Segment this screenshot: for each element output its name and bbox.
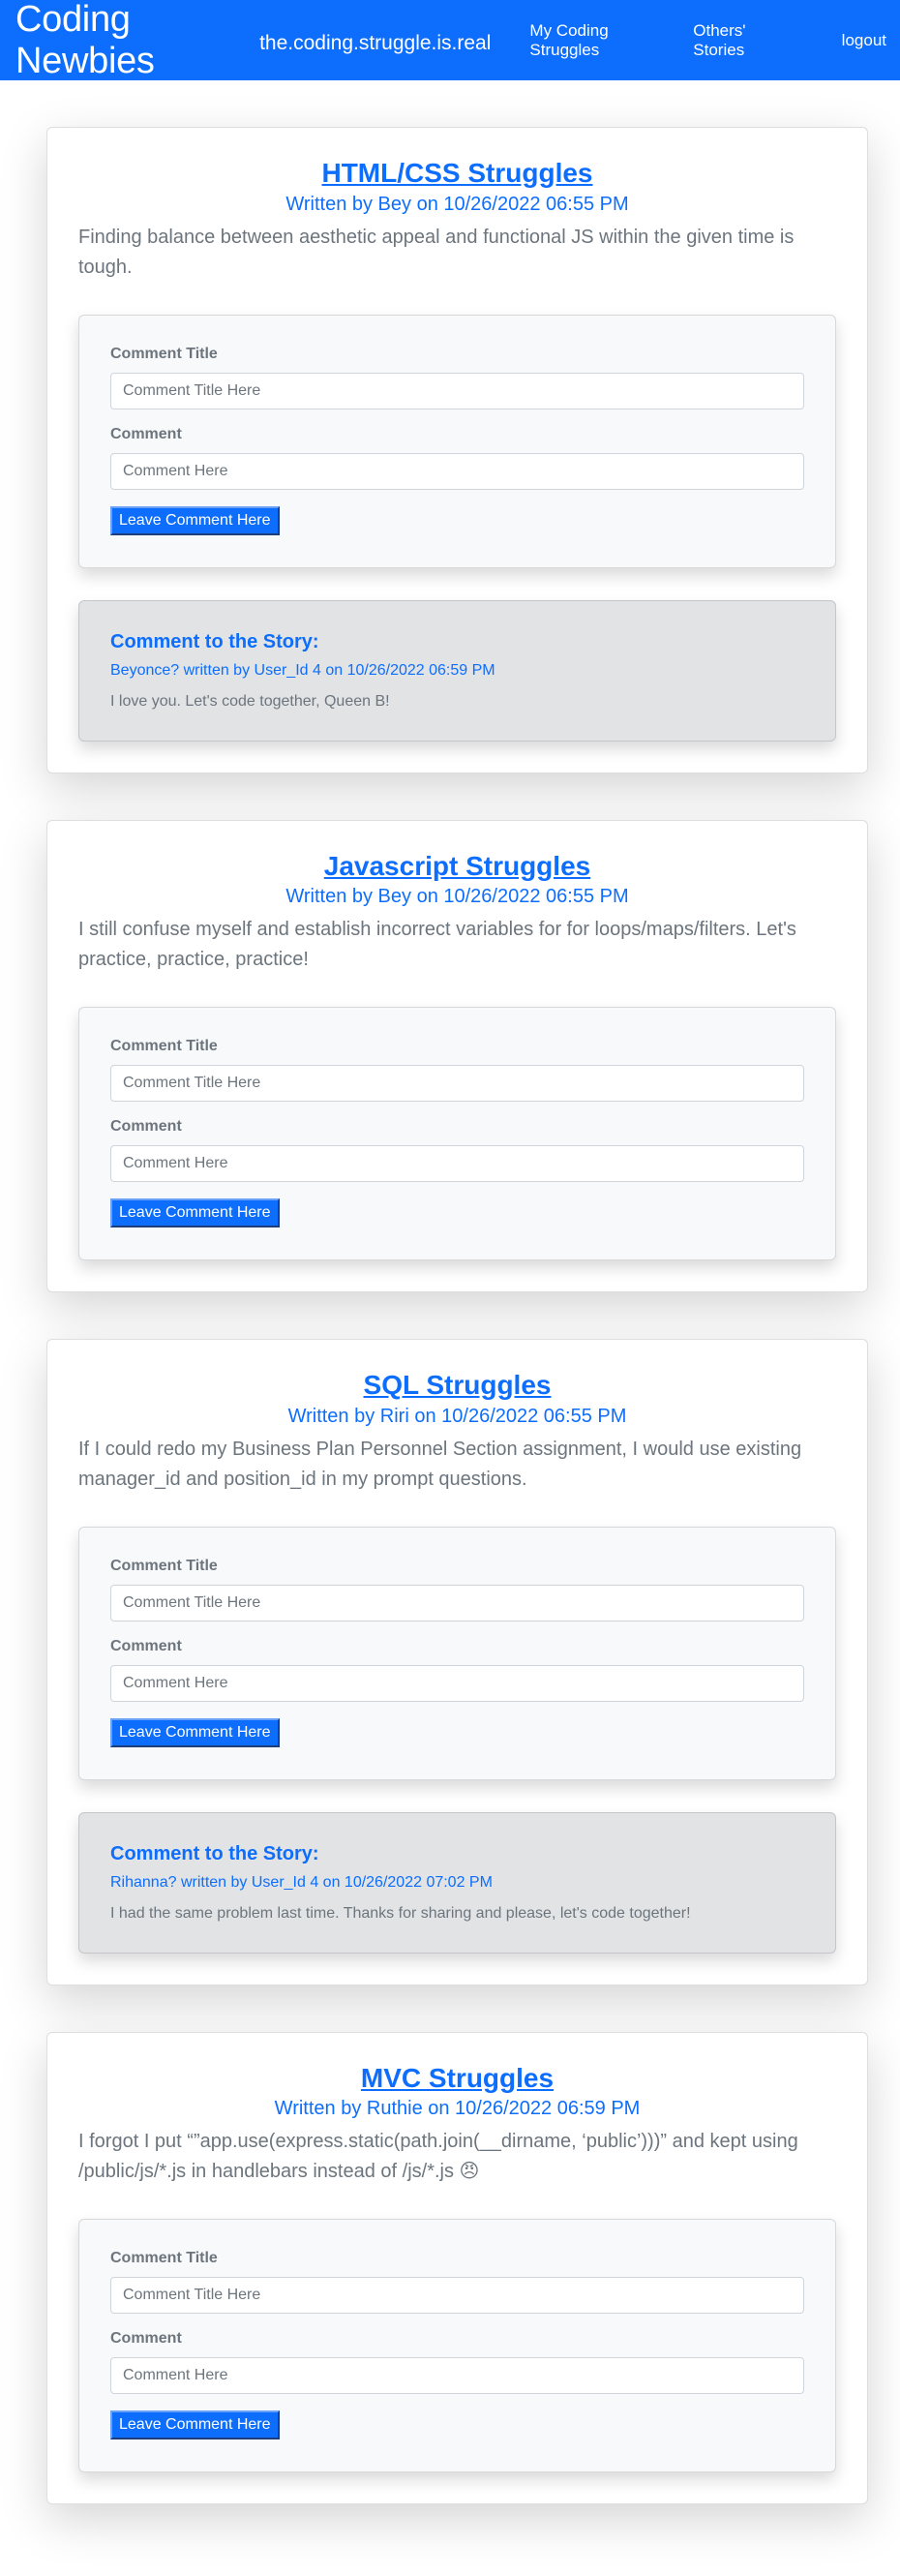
comment-title-group: Comment Title xyxy=(110,1038,804,1103)
post-body: I still confuse myself and establish inc… xyxy=(78,919,796,971)
post-card: Javascript Struggles Written by Bey on 1… xyxy=(46,819,868,1293)
leave-comment-button[interactable]: Leave Comment Here xyxy=(110,2410,280,2440)
comment-form: Comment Title Comment Leave Comment Here xyxy=(78,1007,836,1261)
comment-text: I love you. Let's code together, Queen B… xyxy=(110,692,390,710)
posts-list: HTML/CSS Struggles Written by Bey on 10/… xyxy=(0,80,900,2505)
comment-body-group: Comment xyxy=(110,1638,804,1702)
post-body: If I could redo my Business Plan Personn… xyxy=(78,1438,802,1490)
comment-title-group: Comment Title xyxy=(110,346,804,409)
comment-meta: Rihanna? written by User_Id 4 on 10/26/2… xyxy=(110,1873,493,1891)
post-title-link[interactable]: Javascript Struggles xyxy=(78,850,836,883)
comment-body-input[interactable] xyxy=(110,2357,804,2395)
post-meta: Written by Riri on 10/26/2022 06:55 PM xyxy=(287,1405,627,1427)
leave-comment-button[interactable]: Leave Comment Here xyxy=(110,1198,280,1228)
comment-form: Comment Title Comment Leave Comment Here xyxy=(78,314,836,568)
comment-body-input[interactable] xyxy=(110,1664,804,1702)
post-meta: Written by Bey on 10/26/2022 06:55 PM xyxy=(285,886,629,908)
comment-body-label: Comment xyxy=(110,1637,182,1654)
comment-title-group: Comment Title xyxy=(110,2250,804,2315)
comment-card: Comment to the Story: Beyonce? written b… xyxy=(78,599,836,742)
post-title-link[interactable]: MVC Struggles xyxy=(78,2062,836,2095)
post-title-link[interactable]: HTML/CSS Struggles xyxy=(78,157,836,190)
comment-title-input[interactable] xyxy=(110,1065,804,1103)
comment-body-input[interactable] xyxy=(110,1145,804,1183)
comment-body-group: Comment xyxy=(110,1118,804,1183)
post-meta: Written by Ruthie on 10/26/2022 06:59 PM xyxy=(274,2098,641,2120)
comment-body-input[interactable] xyxy=(110,452,804,490)
comment-body-label: Comment xyxy=(110,425,182,442)
comment-body-label: Comment xyxy=(110,1118,182,1136)
post-card: HTML/CSS Struggles Written by Bey on 10/… xyxy=(46,127,868,773)
navbar: Coding Newbies the.coding.struggle.is.re… xyxy=(0,0,900,82)
comment-title-label: Comment Title xyxy=(110,1557,218,1574)
comment-title-label: Comment Title xyxy=(110,2250,218,2267)
brand-title[interactable]: Coding Newbies xyxy=(15,0,251,82)
brand-tagline: the.coding.struggle.is.real xyxy=(259,31,492,54)
comment-title-input[interactable] xyxy=(110,2277,804,2315)
leave-comment-button[interactable]: Leave Comment Here xyxy=(110,1717,280,1747)
comment-title-input[interactable] xyxy=(110,372,804,409)
nav-links: My Coding Struggles Others' Stories logo… xyxy=(491,21,886,60)
comment-title-input[interactable] xyxy=(110,1584,804,1621)
post-card: SQL Struggles Written by Riri on 10/26/2… xyxy=(46,1339,868,1985)
post-title-link[interactable]: SQL Struggles xyxy=(78,1369,836,1402)
comment-body-label: Comment xyxy=(110,2330,182,2348)
comment-form: Comment Title Comment Leave Comment Here xyxy=(78,2219,836,2473)
post-meta: Written by Bey on 10/26/2022 06:55 PM xyxy=(285,193,629,215)
comment-title-label: Comment Title xyxy=(110,1038,218,1055)
nav-link-my-coding-struggles[interactable]: My Coding Struggles xyxy=(529,21,654,60)
post-body: I forgot I put “”app.use(express.static(… xyxy=(78,2131,798,2183)
nav-link-logout[interactable]: logout xyxy=(842,31,886,50)
comment-heading: Comment to the Story: xyxy=(110,630,319,652)
post-card: MVC Struggles Written by Ruthie on 10/26… xyxy=(46,2031,868,2505)
comment-body-group: Comment xyxy=(110,2330,804,2395)
comment-body-group: Comment xyxy=(110,426,804,490)
comment-title-label: Comment Title xyxy=(110,345,218,362)
post-body: Finding balance between aesthetic appeal… xyxy=(78,226,795,278)
comment-heading: Comment to the Story: xyxy=(110,1842,319,1864)
comment-text: I had the same problem last time. Thanks… xyxy=(110,1904,691,1922)
nav-link-others-stories[interactable]: Others' Stories xyxy=(693,21,781,60)
leave-comment-button[interactable]: Leave Comment Here xyxy=(110,505,280,535)
comment-form: Comment Title Comment Leave Comment Here xyxy=(78,1526,836,1780)
comment-meta: Beyonce? written by User_Id 4 on 10/26/2… xyxy=(110,661,495,679)
comment-card: Comment to the Story: Rihanna? written b… xyxy=(78,1811,836,1954)
comment-title-group: Comment Title xyxy=(110,1558,804,1621)
